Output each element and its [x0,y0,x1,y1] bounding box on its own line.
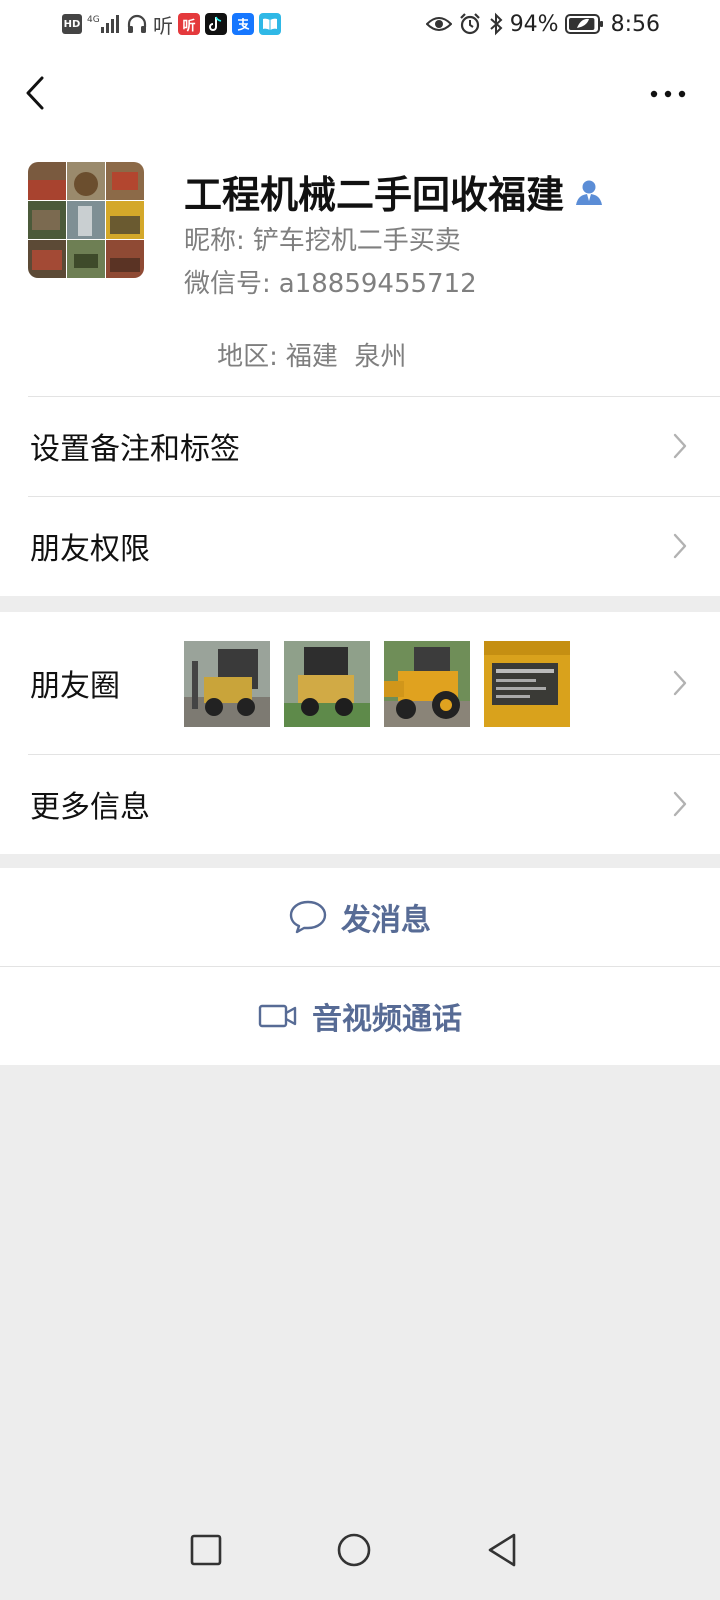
chat-bubble-icon [289,900,327,934]
nickname-label: 昵称: [184,226,245,256]
svg-text:4G: 4G [87,15,100,25]
ting-icon: 听 [153,13,173,38]
back-nav-button[interactable] [484,1530,524,1570]
remark-tags-row[interactable]: 设置备注和标签 [0,396,720,496]
avatar[interactable] [28,162,144,278]
profile-name: 工程机械二手回收福建 [184,173,565,217]
chevron-right-icon [673,670,687,696]
moment-thumbnail [184,641,270,727]
nickname-value: 铲车挖机二手买卖 [252,226,461,256]
hd-icon: HD [62,14,82,34]
friend-permissions-row[interactable]: 朋友权限 [0,496,720,596]
region-value: 福建 泉州 [285,342,407,372]
status-bar: HD 4G 听 听 94% 8:56 [0,0,720,48]
circle-icon [337,1533,371,1567]
wechat-id-label: 微信号: [184,269,271,299]
moments-row[interactable]: 朋友圈 [0,612,720,754]
home-button[interactable] [334,1530,374,1570]
wechat-id-value: a18859455712 [278,269,477,299]
moments-thumbnails [184,641,570,727]
region-row: 地区: 福建 泉州 [184,306,406,403]
profile-name-row: 工程机械二手回收福建 [184,164,604,219]
chevron-right-icon [673,433,687,459]
clock-time: 8:56 [610,11,660,37]
bluetooth-icon [488,12,504,36]
back-arrow-icon [26,76,44,110]
friend-permissions-label: 朋友权限 [30,532,150,567]
ting-app-icon: 听 [178,13,200,35]
more-dots-icon [650,90,686,98]
region-label: 地区: [217,342,278,372]
square-icon [190,1534,222,1566]
status-right-icons: 94% 8:56 [425,10,660,38]
settings-menu: 设置备注和标签 朋友权限 [0,396,720,596]
moment-thumbnail [284,641,370,727]
video-camera-icon [258,1004,297,1028]
wechat-id-row: 微信号: a18859455712 [184,263,477,300]
battery-percent: 94% [509,11,559,37]
alipay-icon [232,13,254,35]
more-info-label: 更多信息 [30,790,150,825]
more-options-button[interactable] [648,80,688,108]
alarm-icon [458,12,482,36]
status-left-icons: HD 4G 听 听 [62,10,281,38]
more-info-row[interactable]: 更多信息 [0,754,720,854]
moments-label: 朋友圈 [30,669,120,704]
reader-icon [259,13,281,35]
av-call-button[interactable]: 音视频通话 [0,967,720,1065]
send-message-label: 发消息 [341,903,431,938]
moment-thumbnail [484,641,570,727]
system-navigation-bar [0,1500,720,1600]
av-call-label: 音视频通话 [312,1002,462,1037]
signal-4g-icon: 4G [87,13,121,35]
triangle-back-icon [488,1533,516,1567]
avatar-collage-image [28,162,144,278]
moment-thumbnail [384,641,470,727]
recent-apps-button[interactable] [186,1530,226,1570]
chevron-right-icon [673,533,687,559]
nav-bar [0,48,720,140]
profile-header: 工程机械二手回收福建 昵称: 铲车挖机二手买卖 微信号: a18859455712 … [0,140,720,404]
nickname-row: 昵称: 铲车挖机二手买卖 [184,220,461,257]
battery-icon [564,13,605,35]
eye-icon [425,14,452,34]
verified-person-icon [576,180,603,205]
moments-menu: 朋友圈 更多信息 [0,612,720,854]
back-button[interactable] [20,72,52,114]
chevron-right-icon [673,791,687,817]
remark-tags-label: 设置备注和标签 [30,432,240,467]
headphones-icon [126,13,148,35]
send-message-button[interactable]: 发消息 [0,868,720,966]
tiktok-icon [205,13,227,35]
